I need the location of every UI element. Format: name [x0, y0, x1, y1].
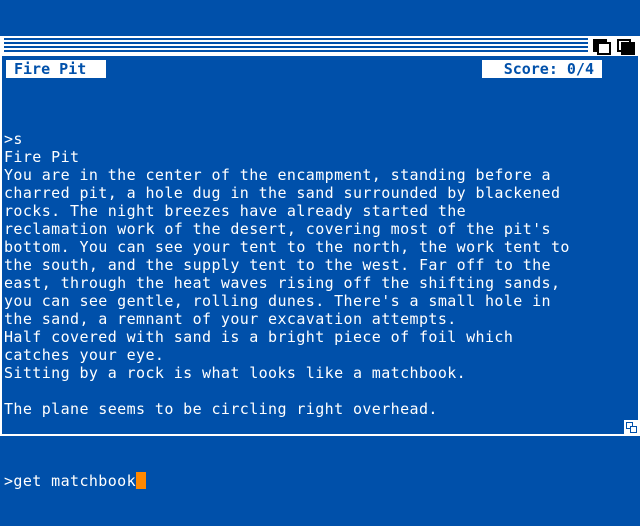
game-window: Fire Pit Score: 0/4 >s Fire Pit You are in… — [0, 36, 640, 490]
transcript-line — [4, 382, 624, 400]
transcript-line: reclamation work of the desert, covering… — [4, 220, 551, 238]
location-label: Fire Pit — [6, 60, 106, 78]
transcript-line: charred pit, a hole dug in the sand surr… — [4, 184, 561, 202]
transcript-line: rocks. The night breezes have already st… — [4, 202, 467, 220]
transcript-line: the south, and the supply tent to the we… — [4, 256, 551, 274]
resize-icon[interactable] — [624, 420, 638, 434]
transcript-line: bottom. You can see your tent to the nor… — [4, 238, 570, 256]
depth-front-icon[interactable] — [614, 36, 635, 55]
transcript-line: east, through the heat waves rising off … — [4, 274, 561, 292]
transcript-line: >s — [4, 130, 23, 148]
transcript-line: the sand, a remnant of your excavation a… — [4, 310, 457, 328]
transcript-line: catches your eye. — [4, 346, 165, 364]
score-label: Score: 0/4 — [482, 60, 602, 78]
transcript-line: Sitting by a rock is what looks like a m… — [4, 364, 467, 382]
transcript-line: Half covered with sand is a bright piece… — [4, 328, 514, 346]
transcript-line: Fire Pit — [4, 148, 80, 166]
transcript-line: The plane seems to be circling right ove… — [4, 400, 438, 418]
transcript-line: you can see gentle, rolling dunes. There… — [4, 292, 551, 310]
title-bar[interactable] — [2, 36, 638, 56]
title-bar-drag-stripes[interactable] — [4, 38, 588, 52]
transcript-line: You are in the center of the encampment,… — [4, 166, 551, 184]
text-cursor — [136, 472, 147, 489]
command-input-line[interactable]: >get matchbook — [4, 472, 624, 490]
transcript-lines: >s Fire Pit You are in the center of the e… — [4, 130, 624, 436]
depth-back-icon[interactable] — [590, 36, 611, 55]
status-bar: Fire Pit Score: 0/4 — [2, 60, 638, 80]
transcript-line — [4, 418, 624, 436]
transcript-area[interactable]: >s Fire Pit You are in the center of the e… — [4, 94, 624, 490]
command-input-text[interactable]: >get matchbook — [4, 472, 136, 490]
